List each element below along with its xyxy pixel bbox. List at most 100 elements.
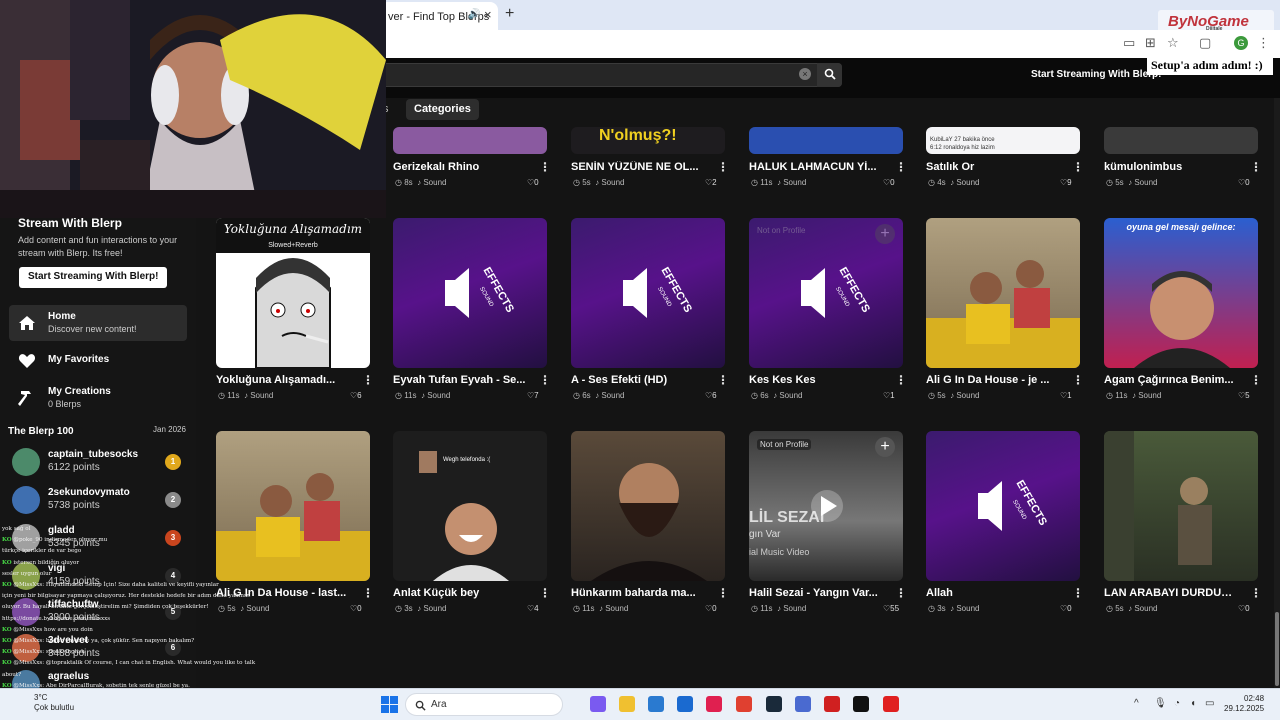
blerp-thumbnail[interactable]: N'olmuş?!: [571, 127, 725, 154]
blerp-likes[interactable]: ♡9: [1060, 178, 1072, 187]
profile-avatar[interactable]: G: [1234, 36, 1248, 50]
blerp-title[interactable]: LAN ARABAYI DURDUR...: [1104, 587, 1238, 599]
tab-close-icon[interactable]: ×: [484, 7, 492, 22]
blerp-likes[interactable]: ♡0: [1060, 604, 1072, 613]
more-options-icon[interactable]: ⋮: [1250, 586, 1262, 600]
more-options-icon[interactable]: ⋮: [717, 586, 729, 600]
blerp-title[interactable]: Ali G In Da House - je ...: [926, 374, 1060, 386]
blerp-likes[interactable]: ♡2: [705, 178, 717, 187]
blerp-likes[interactable]: ♡0: [883, 178, 895, 187]
blerp-likes[interactable]: ♡0: [350, 604, 362, 613]
blerp-thumbnail[interactable]: Wegh telefonda :(: [393, 431, 547, 581]
blerp-thumbnail[interactable]: [1104, 431, 1258, 581]
blerp-thumbnail[interactable]: Yokluğuna Alışamadım Slowed+Reverb: [216, 218, 370, 368]
blerp-thumbnail[interactable]: EFFECTS SOUND: [926, 431, 1080, 581]
more-options-icon[interactable]: ⋮: [362, 373, 374, 387]
volume-icon[interactable]: ◖: [1190, 698, 1196, 709]
blerp-likes[interactable]: ♡1: [1060, 391, 1072, 400]
blerp-thumbnail[interactable]: [1104, 127, 1258, 154]
search-box[interactable]: [380, 63, 842, 87]
lightroom-icon[interactable]: [824, 696, 840, 712]
speaker-icon[interactable]: 🔊: [468, 9, 480, 20]
taskbar-search[interactable]: Ara: [405, 693, 563, 716]
blerp-likes[interactable]: ♡0: [527, 178, 539, 187]
steam-icon[interactable]: [766, 696, 782, 712]
extensions-icon[interactable]: ▢: [1199, 35, 1211, 51]
blerp-thumbnail[interactable]: [571, 431, 725, 581]
more-options-icon[interactable]: ⋮: [895, 373, 907, 387]
add-icon[interactable]: +: [875, 224, 895, 244]
menu-icon[interactable]: ⋮: [1257, 35, 1270, 51]
more-options-icon[interactable]: ⋮: [895, 586, 907, 600]
more-options-icon[interactable]: ⋮: [717, 373, 729, 387]
blerp-thumbnail[interactable]: EFFECTS SOUND Not on Profile +: [749, 218, 903, 368]
tray-chevron-icon[interactable]: ^: [1134, 698, 1139, 709]
taskbar-clock[interactable]: 02:48 29.12.2025: [1224, 694, 1264, 714]
tiktok-icon[interactable]: [853, 696, 869, 712]
more-options-icon[interactable]: ⋮: [717, 160, 729, 174]
search-input[interactable]: [381, 64, 841, 86]
blerp-thumbnail[interactable]: EFFECTS SOUND: [393, 218, 547, 368]
translate-icon[interactable]: ⊞: [1145, 35, 1156, 51]
more-options-icon[interactable]: ⋮: [895, 160, 907, 174]
chrome-icon[interactable]: [736, 696, 752, 712]
blerp-title[interactable]: Anlat Küçük bey: [393, 587, 527, 599]
blerp-thumbnail[interactable]: EFFECTS SOUND: [571, 218, 725, 368]
sidebar-item-creations[interactable]: My Creations 0 Blerps: [9, 380, 187, 416]
search-button[interactable]: [817, 63, 842, 87]
store-icon[interactable]: [648, 696, 664, 712]
browser-tab[interactable]: ver - Find Top Blerps 🔊 ×: [380, 2, 498, 30]
more-options-icon[interactable]: ⋮: [1072, 373, 1084, 387]
blerp-title[interactable]: Allah: [926, 587, 1060, 599]
more-options-icon[interactable]: ⋮: [539, 160, 551, 174]
weather-widget[interactable]: 3°C Çok bulutlu: [34, 693, 74, 713]
start-streaming-link[interactable]: Start Streaming With Blerp!: [1031, 69, 1161, 80]
more-options-icon[interactable]: ⋮: [1250, 373, 1262, 387]
blerp-title[interactable]: Yokluğuna Alışamadı...: [216, 374, 350, 386]
blerp-title[interactable]: Satılık Or: [926, 161, 1060, 173]
blerp-likes[interactable]: ♡7: [527, 391, 539, 400]
more-options-icon[interactable]: ⋮: [539, 373, 551, 387]
blerp-title[interactable]: Eyvah Tufan Eyvah - Se...: [393, 374, 527, 386]
blerp-title[interactable]: kümulonimbus: [1104, 161, 1238, 173]
vpn-icon[interactable]: [795, 696, 811, 712]
more-options-icon[interactable]: ⋮: [1072, 586, 1084, 600]
blerp-thumbnail[interactable]: [926, 218, 1080, 368]
more-options-icon[interactable]: ⋮: [1250, 160, 1262, 174]
windows-start-icon[interactable]: [381, 696, 398, 713]
blerp-title[interactable]: SENİN YÜZÜNE NE OL...: [571, 161, 705, 173]
blerp-title[interactable]: Hünkarım baharda ma...: [571, 587, 705, 599]
leaderboard-item[interactable]: 2sekundovymato 5738 points 2: [12, 484, 184, 518]
blerp-likes[interactable]: ♡55: [883, 604, 899, 613]
more-options-icon[interactable]: ⋮: [539, 586, 551, 600]
battery-icon[interactable]: ▭: [1205, 698, 1214, 709]
tab-categories[interactable]: Categories: [406, 99, 479, 120]
blerp-likes[interactable]: ♡0: [1238, 604, 1250, 613]
cast-icon[interactable]: ▭: [1123, 35, 1135, 51]
new-tab-button[interactable]: +: [505, 5, 514, 23]
more-options-icon[interactable]: ⋮: [1072, 160, 1084, 174]
blerp-thumbnail[interactable]: oyuna gel mesajı gelince:: [1104, 218, 1258, 368]
blerp-thumbnail[interactable]: KubiLaY 27 bakika önce 6:12 ronaldoya hiz…: [926, 127, 1080, 154]
play-icon[interactable]: [749, 431, 903, 581]
blerp-title[interactable]: Agam Çağırınca Benim...: [1104, 374, 1238, 386]
blerp-likes[interactable]: ♡4: [527, 604, 539, 613]
blerp-likes[interactable]: ♡5: [1238, 391, 1250, 400]
blerp-title[interactable]: Gerizekalı Rhino: [393, 161, 527, 173]
opera-icon[interactable]: [883, 696, 899, 712]
blerp-thumbnail[interactable]: [393, 127, 547, 154]
more-options-icon[interactable]: ⋮: [362, 586, 374, 600]
blerp-likes[interactable]: ♡6: [350, 391, 362, 400]
blerp-likes[interactable]: ♡0: [705, 604, 717, 613]
blerp-title[interactable]: HALUK LAHMACUN Yİ...: [749, 161, 883, 173]
clear-search-icon[interactable]: ×: [799, 68, 811, 80]
blerp-title[interactable]: A - Ses Efekti (HD): [571, 374, 705, 386]
blerp-likes[interactable]: ♡0: [1238, 178, 1250, 187]
capcut-icon[interactable]: [706, 696, 722, 712]
star-icon[interactable]: ☆: [1167, 35, 1179, 51]
scrollbar-thumb[interactable]: [1275, 612, 1279, 686]
blerp-thumbnail[interactable]: [749, 127, 903, 154]
scrollbar-track[interactable]: [1274, 98, 1280, 688]
blerp-title[interactable]: Kes Kes Kes: [749, 374, 883, 386]
copilot-icon[interactable]: [590, 696, 606, 712]
